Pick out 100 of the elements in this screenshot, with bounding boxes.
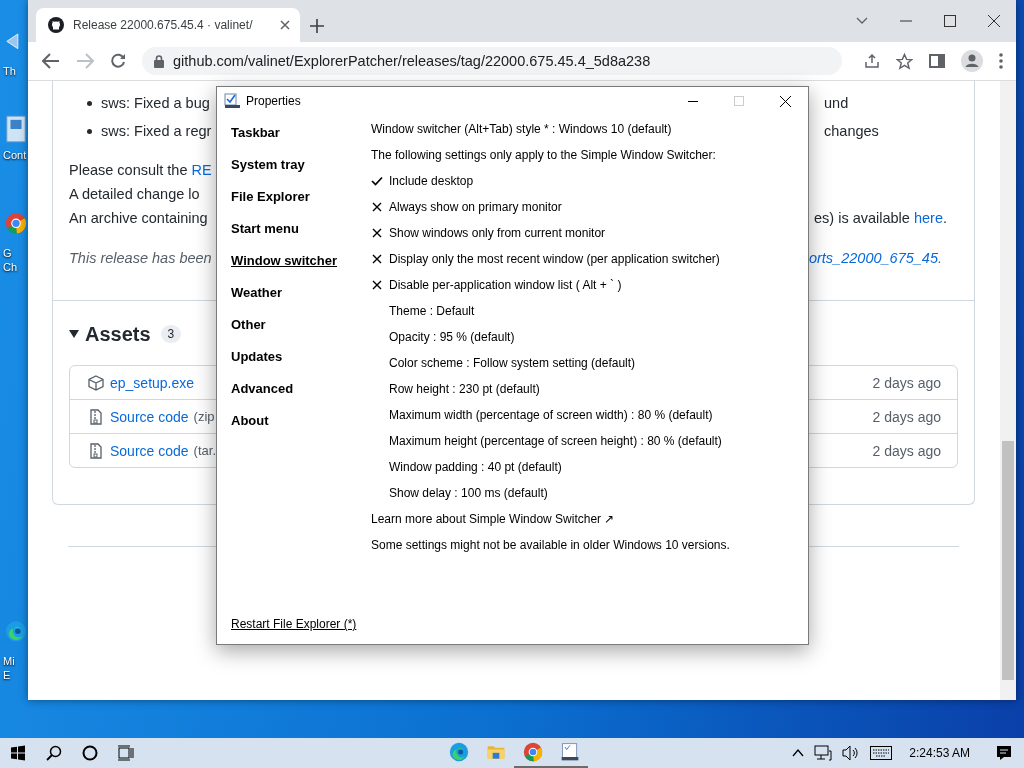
desktop-icon-label: Th — [3, 64, 16, 78]
zipped-file-icon — [88, 442, 104, 459]
desktop-icon-label: Cont — [3, 148, 27, 162]
asset-link[interactable]: Source code — [110, 442, 189, 459]
lock-icon — [154, 54, 164, 68]
profile-icon[interactable] — [961, 50, 983, 72]
close-icon[interactable] — [988, 15, 1000, 27]
toggle-option[interactable]: Show windows only from current monitor — [389, 226, 606, 240]
restart-link[interactable]: Restart File Explorer (*) — [231, 612, 371, 636]
notification-icon[interactable] — [996, 745, 1012, 761]
share-icon[interactable] — [864, 53, 880, 69]
clock[interactable]: 2:24:53 AM — [909, 746, 970, 760]
star-icon[interactable] — [896, 52, 913, 70]
keyboard-icon[interactable] — [870, 746, 893, 760]
paragraph-text: es) is available here. — [814, 210, 947, 226]
menu-icon[interactable] — [999, 53, 1003, 69]
release-note-text: changes — [824, 123, 879, 139]
section-heading: Assets — [85, 322, 151, 346]
asset-date: 2 days ago — [872, 408, 941, 425]
asset-type: (zip — [193, 409, 215, 424]
tab-title: Release 22000.675.45.4 · valinet/ — [73, 18, 254, 32]
github-logo-icon — [48, 17, 64, 33]
paragraph-text: This release has been — [69, 250, 212, 266]
zipped-file-icon — [88, 408, 104, 425]
window-icon — [559, 742, 580, 762]
desktop-icon-label: Ch — [3, 260, 18, 274]
asset-link[interactable]: ep_setup.exe — [110, 374, 195, 391]
address-bar[interactable]: github.com/valinet/ExplorerPatcher/releases/tag/22000.675.45.4_5d8a238 — [142, 47, 842, 75]
cross-icon[interactable] — [371, 254, 383, 264]
paragraph-text: orts_22000_675_45. — [808, 250, 942, 266]
network-icon[interactable] — [814, 745, 833, 761]
url-text: github.com/valinet/ExplorerPatcher/releases/tag/22000.675.45.4_5d8a238 — [173, 53, 651, 69]
sidebar-item[interactable]: About — [231, 412, 269, 428]
desktop-icon-label: G — [3, 246, 12, 260]
window-checkbox-icon — [224, 93, 240, 109]
setting-option[interactable]: Maximum height (percentage of screen height) : 80 % (default) — [389, 434, 722, 448]
asset-date: 2 days ago — [872, 442, 941, 459]
text-link[interactable]: orts_22000_675_45 — [808, 250, 938, 266]
package-icon — [88, 374, 104, 391]
plus-icon[interactable] — [310, 19, 324, 33]
volume-icon[interactable] — [842, 745, 861, 761]
chevron-up-icon[interactable] — [792, 749, 805, 757]
chevron-down-icon[interactable] — [856, 17, 868, 25]
setting-text: The following settings only apply to the Simple Window Switcher: — [371, 148, 716, 162]
setting-option[interactable]: Row height : 230 pt (default) — [389, 382, 540, 396]
setting-text: Some settings might not be available in older Windows 10 versions. — [371, 538, 730, 552]
checkmark-icon[interactable] — [371, 176, 383, 186]
toggle-option[interactable]: Display only the most recent window (per application switcher) — [389, 252, 720, 266]
reload-icon[interactable] — [110, 53, 126, 69]
paragraph-text: An archive containing — [69, 210, 208, 226]
cross-icon[interactable] — [371, 280, 383, 290]
sidebar-item[interactable]: Taskbar — [231, 124, 280, 140]
task-view-icon — [118, 745, 134, 761]
close-icon[interactable] — [280, 20, 290, 30]
start-icon — [10, 745, 26, 761]
scrollbar[interactable] — [1000, 81, 1016, 700]
paragraph-text: A detailed change lo — [69, 186, 200, 202]
setting-option[interactable]: Show delay : 100 ms (default) — [389, 486, 548, 500]
minimize-icon — [688, 100, 698, 102]
toggle-option[interactable]: Disable per-application window list ( Alt + ` ) — [389, 278, 622, 292]
caret-down-icon[interactable] — [69, 330, 79, 338]
scrollbar-thumb[interactable] — [1002, 441, 1014, 680]
desktop-icon-label: Mi — [3, 654, 15, 668]
sidebar-item[interactable]: Window switcher — [231, 252, 338, 268]
paragraph-text: Please consult the RE — [69, 162, 212, 178]
asset-type: (tar. — [193, 443, 216, 458]
edge-icon — [448, 742, 469, 762]
sidebar-item[interactable]: Updates — [231, 348, 283, 364]
search-icon — [46, 745, 62, 761]
toggle-option[interactable]: Include desktop — [389, 174, 474, 188]
learn-more-link[interactable]: Learn more about Simple Window Switcher ↗ — [371, 512, 615, 526]
text-link[interactable]: here — [913, 210, 943, 226]
sidebar-item[interactable]: Weather — [231, 284, 283, 300]
cross-icon[interactable] — [371, 202, 383, 212]
back-arrow-icon[interactable] — [42, 53, 60, 69]
asset-date: 2 days ago — [872, 374, 941, 391]
maximize-icon[interactable] — [944, 15, 956, 27]
sidebar-item[interactable]: Advanced — [231, 380, 294, 396]
setting-option[interactable]: Theme : Default — [389, 304, 475, 318]
setting-option[interactable]: Color scheme : Follow system setting (default) — [389, 356, 636, 370]
maximize-icon — [734, 96, 744, 106]
asset-link[interactable]: Source code — [110, 408, 189, 425]
cross-icon[interactable] — [371, 228, 383, 238]
setting-option[interactable]: Window padding : 40 pt (default) — [389, 460, 562, 474]
release-note-text: und — [824, 95, 849, 111]
chrome-icon — [522, 742, 543, 762]
desktop-icon[interactable] — [5, 114, 27, 144]
setting-option[interactable]: Maximum width (percentage of screen width) : 80 % (default) — [389, 408, 713, 422]
sidebar-item[interactable]: Other — [231, 316, 266, 332]
sidebar-item[interactable]: File Explorer — [231, 188, 310, 204]
close-icon — [779, 95, 791, 107]
browser-tab[interactable]: Release 22000.675.45.4 · valinet/ — [36, 8, 300, 42]
side-panel-icon[interactable] — [929, 54, 945, 68]
toggle-option[interactable]: Always show on primary monitor — [389, 200, 562, 214]
circle-icon — [82, 745, 98, 761]
sidebar-item[interactable]: Start menu — [231, 220, 299, 236]
sidebar-item[interactable]: System tray — [231, 156, 305, 172]
setting-option[interactable]: Opacity : 95 % (default) — [389, 330, 515, 344]
window-title: Properties — [246, 94, 301, 108]
text-link[interactable]: RE — [191, 162, 212, 178]
